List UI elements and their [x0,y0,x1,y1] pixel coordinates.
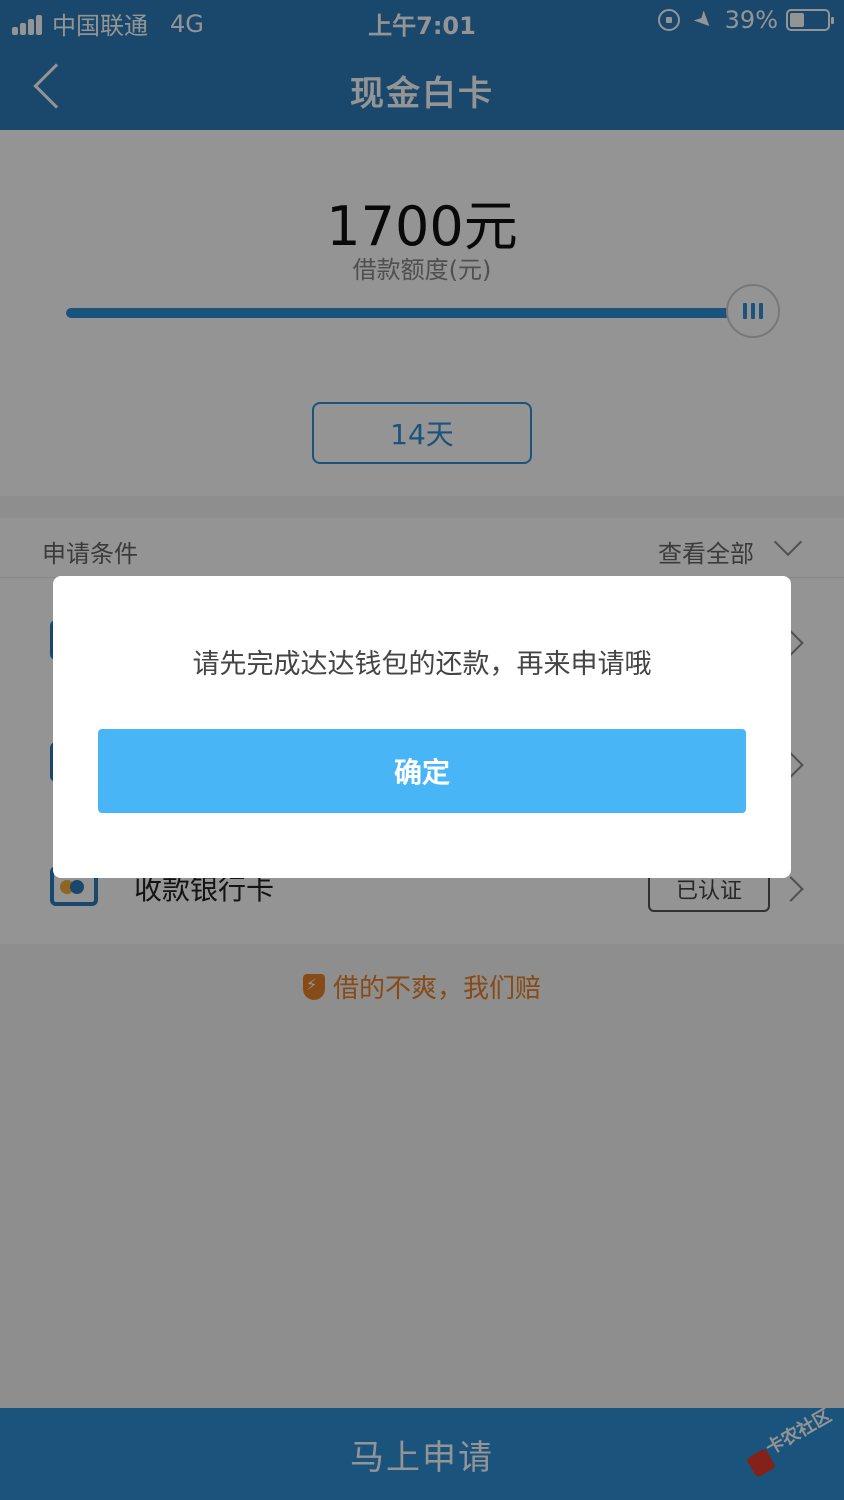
dialog-message: 请先完成达达钱包的还款，再来申请哦 [192,649,652,680]
confirm-button[interactable]: 确定 [98,729,746,813]
alert-dialog: 请先完成达达钱包的还款，再来申请哦 确定 [53,576,791,878]
